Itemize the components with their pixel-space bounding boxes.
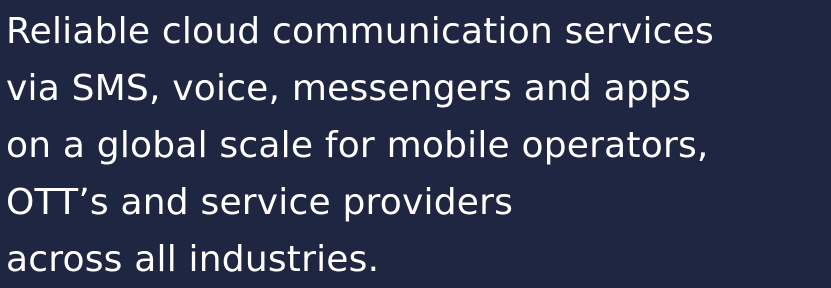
headline-line-4: OTT’s and service providers (6, 182, 514, 223)
hero-headline: Reliable cloud communication services vi… (6, 3, 831, 288)
headline-line-5: across all industries. (6, 239, 380, 280)
headline-line-2: via SMS, voice, messengers and apps (6, 68, 692, 109)
hero-section: Reliable cloud communication services vi… (0, 0, 831, 288)
headline-line-1: Reliable cloud communication services (6, 11, 714, 52)
headline-line-3: on a global scale for mobile operators, (6, 125, 709, 166)
